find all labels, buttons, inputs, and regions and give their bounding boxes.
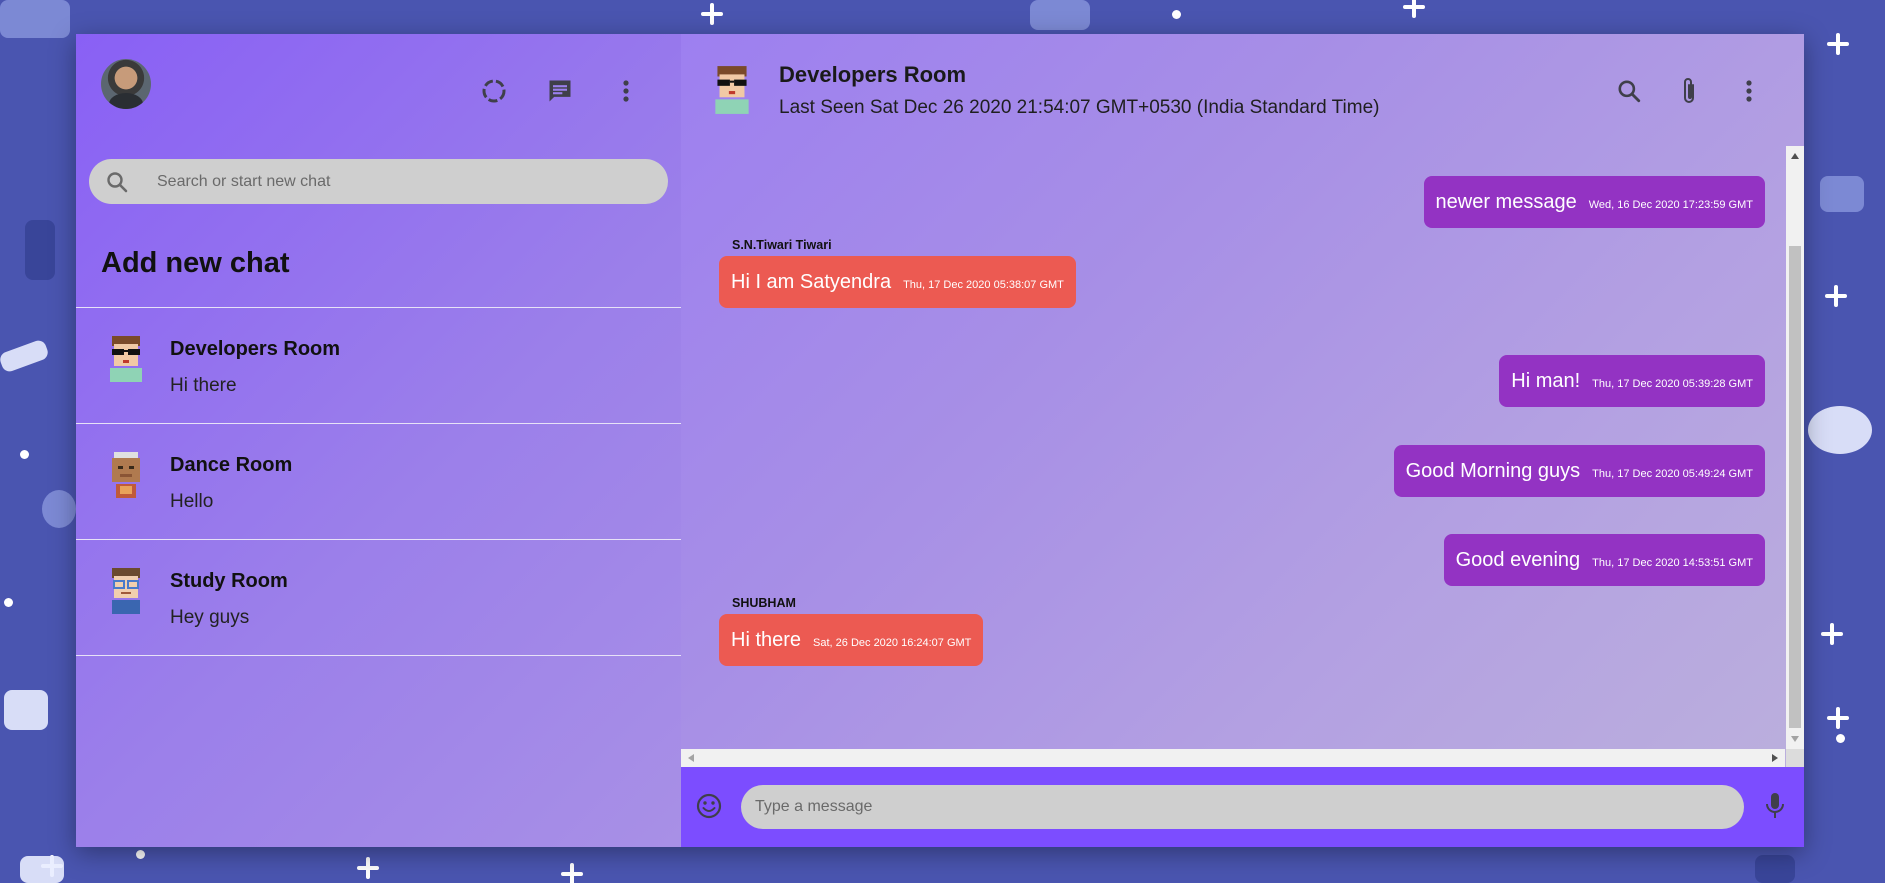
chat-list: Developers Room Hi there Dance Room Hell… <box>76 307 681 656</box>
chat-item-developers-room[interactable]: Developers Room Hi there <box>76 308 681 424</box>
scroll-up-icon[interactable] <box>1791 153 1799 159</box>
chat-panel: Developers Room Last Seen Sat Dec 26 202… <box>681 34 1804 847</box>
developer-avatar <box>110 336 142 382</box>
message-text: Hi there <box>731 629 802 651</box>
chat-name: Developers Room <box>170 338 341 360</box>
message-timestamp: Sat, 26 Dec 2020 16:24:07 GMT <box>813 637 972 649</box>
message-sender: S.N.Tiwari Tiwari <box>732 238 832 252</box>
message-text: newer message <box>1435 191 1577 213</box>
scroll-thumb[interactable] <box>1789 246 1801 728</box>
chat-name: Study Room <box>170 570 288 592</box>
chat-item-study-room[interactable]: Study Room Hey guys <box>76 540 681 656</box>
add-new-chat[interactable]: Add new chat <box>101 247 290 280</box>
chat-name: Dance Room <box>170 454 293 476</box>
message-sent: Good Morning guys Thu, 17 Dec 2020 05:49… <box>1393 445 1765 497</box>
message-input[interactable] <box>741 785 1744 829</box>
message-bubble[interactable]: Hi I am Satyendra Thu, 17 Dec 2020 05:38… <box>719 256 1076 308</box>
chat-last-message: Hello <box>170 491 214 512</box>
scroll-right-icon[interactable] <box>1772 754 1778 762</box>
emoji-icon[interactable] <box>695 792 723 825</box>
scrollbar-corner <box>1786 749 1804 767</box>
room-avatar <box>715 66 749 114</box>
chat-item-dance-room[interactable]: Dance Room Hello <box>76 424 681 540</box>
study-avatar <box>112 568 140 614</box>
message-composer <box>681 767 1804 847</box>
search-bar <box>89 159 668 204</box>
scroll-left-icon[interactable] <box>688 754 694 762</box>
message-bubble[interactable]: newer message Wed, 16 Dec 2020 17:23:59 … <box>1423 176 1765 228</box>
message-list: newer message Wed, 16 Dec 2020 17:23:59 … <box>681 146 1785 749</box>
chat-last-message: Hi there <box>170 375 237 396</box>
scroll-down-icon[interactable] <box>1791 736 1799 742</box>
message-timestamp: Wed, 16 Dec 2020 17:23:59 GMT <box>1588 199 1753 211</box>
search-input[interactable] <box>157 172 637 191</box>
message-sent: newer message Wed, 16 Dec 2020 17:23:59 … <box>1423 176 1765 228</box>
message-bubble[interactable]: Hi man! Thu, 17 Dec 2020 05:39:28 GMT <box>1499 355 1765 407</box>
sidebar-actions <box>479 76 641 106</box>
message-sent: Good evening Thu, 17 Dec 2020 14:53:51 G… <box>1443 534 1765 586</box>
search-icon <box>103 168 131 196</box>
message-bubble[interactable]: Good evening Thu, 17 Dec 2020 14:53:51 G… <box>1443 534 1765 586</box>
message-text: Good evening <box>1455 549 1581 571</box>
message-received: SHUBHAM Hi there Sat, 26 Dec 2020 16:24:… <box>719 596 984 666</box>
user-avatar[interactable] <box>101 59 151 109</box>
new-chat-icon[interactable] <box>545 76 575 106</box>
message-sender: SHUBHAM <box>732 596 796 610</box>
mic-icon[interactable] <box>1764 791 1786 826</box>
horizontal-scrollbar[interactable] <box>681 749 1785 767</box>
message-text: Hi man! <box>1511 370 1581 392</box>
more-vertical-icon[interactable] <box>1734 76 1764 106</box>
app-window: Add new chat Developers Room Hi there <box>76 34 1804 847</box>
dance-avatar <box>112 452 140 498</box>
more-vertical-icon[interactable] <box>611 76 641 106</box>
message-timestamp: Thu, 17 Dec 2020 05:39:28 GMT <box>1592 378 1753 390</box>
last-seen: Last Seen Sat Dec 26 2020 21:54:07 GMT+0… <box>779 97 1380 118</box>
paperclip-icon[interactable] <box>1674 76 1704 106</box>
chat-actions <box>1614 76 1764 106</box>
message-timestamp: Thu, 17 Dec 2020 05:49:24 GMT <box>1592 468 1753 480</box>
chat-header: Developers Room Last Seen Sat Dec 26 202… <box>681 34 1804 146</box>
message-timestamp: Thu, 17 Dec 2020 05:38:07 GMT <box>903 279 1064 291</box>
message-bubble[interactable]: Good Morning guys Thu, 17 Dec 2020 05:49… <box>1393 445 1765 497</box>
message-bubble[interactable]: Hi there Sat, 26 Dec 2020 16:24:07 GMT <box>719 614 984 666</box>
message-received: S.N.Tiwari Tiwari Hi I am Satyendra Thu,… <box>719 238 1076 308</box>
sidebar: Add new chat Developers Room Hi there <box>76 34 681 847</box>
message-text: Hi I am Satyendra <box>731 271 892 293</box>
message-text: Good Morning guys <box>1405 460 1581 482</box>
sidebar-header <box>76 34 681 152</box>
chat-last-message: Hey guys <box>170 607 250 628</box>
room-title: Developers Room <box>779 62 967 87</box>
status-ring-icon[interactable] <box>479 76 509 106</box>
search-icon[interactable] <box>1614 76 1644 106</box>
message-sent: Hi man! Thu, 17 Dec 2020 05:39:28 GMT <box>1499 355 1765 407</box>
message-timestamp: Thu, 17 Dec 2020 14:53:51 GMT <box>1592 557 1753 569</box>
vertical-scrollbar[interactable] <box>1786 146 1804 749</box>
